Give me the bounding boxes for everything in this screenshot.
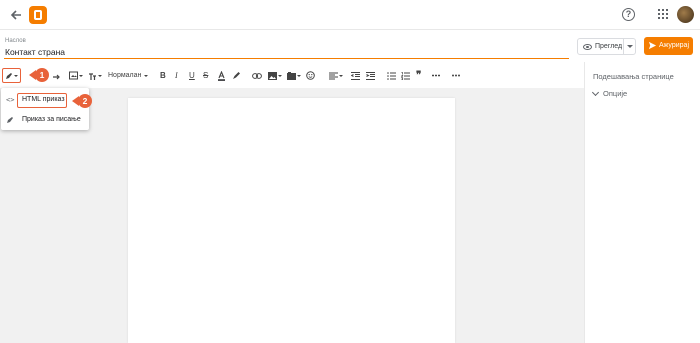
code-icon: <> [6,96,15,104]
callout-badge-2: 2 [78,94,92,108]
text-color-icon[interactable] [217,66,226,85]
font-size-button[interactable] [88,66,102,85]
underline-icon[interactable]: U [189,66,195,85]
options-section[interactable]: Опције [591,88,628,98]
help-circle-icon[interactable]: ? [622,8,635,21]
chevron-down-icon [591,88,600,96]
insert-video-button[interactable] [287,66,301,85]
send-icon [648,41,657,50]
top-bar: ? [0,0,700,30]
mode-switch-highlight [2,68,21,83]
more-options-icon[interactable] [452,66,460,85]
strikethrough-icon[interactable]: S [203,66,208,85]
menu-item-compose-view[interactable]: Приказ за писање [1,111,89,129]
numbered-list-icon[interactable] [401,66,410,85]
highlight-icon[interactable] [232,66,241,85]
preview-label: Преглед [595,43,623,50]
paragraph-style-label: Нормалан [108,72,142,79]
chevron-down-icon[interactable] [627,45,633,48]
bold-icon[interactable]: B [160,66,166,85]
avatar[interactable] [677,6,694,23]
bulleted-list-icon[interactable] [387,66,396,85]
align-button[interactable] [329,66,343,85]
redo-icon[interactable] [52,66,60,85]
panel-title: Подешавања странице [593,72,674,81]
update-button[interactable]: Ажурирај [644,37,693,55]
video-icon [287,71,296,80]
title-input[interactable]: Контакт страна [5,47,65,57]
arrow-left-icon[interactable] [8,7,24,23]
callout-badge-1: 1 [35,68,49,82]
apps-grid-icon[interactable] [658,9,668,19]
italic-icon[interactable]: I [175,66,178,85]
update-label: Ажурирај [659,42,689,49]
indent-increase-icon[interactable] [366,66,375,85]
menu-item-label: Приказ за писање [22,116,81,123]
paragraph-style-dropdown[interactable]: Нормалан [108,66,149,85]
formatting-toolbar: Нормалан B I U S ❞ [0,66,584,85]
blogger-logo-icon[interactable] [29,6,47,24]
preview-button[interactable]: Преглед [577,38,636,55]
emoji-icon[interactable] [306,66,315,85]
title-label: Наслов [5,38,26,44]
html-view-highlight [17,93,67,108]
title-underline [4,58,569,59]
align-left-icon [329,72,338,79]
text-style-button[interactable] [69,66,83,85]
image-icon [268,71,277,80]
pencil-icon [7,117,13,123]
page-settings-panel: Подешавања странице Опције [584,62,700,343]
eye-icon [583,44,592,50]
editor-page[interactable] [128,98,455,343]
font-size-icon [89,72,96,80]
quote-icon[interactable]: ❞ [416,66,421,85]
horizontal-rule-icon[interactable] [432,66,440,85]
insert-image-button[interactable] [268,66,282,85]
image-text-icon [69,71,78,80]
indent-decrease-icon[interactable] [351,66,360,85]
options-label: Опције [603,89,628,98]
link-icon[interactable] [252,66,262,85]
